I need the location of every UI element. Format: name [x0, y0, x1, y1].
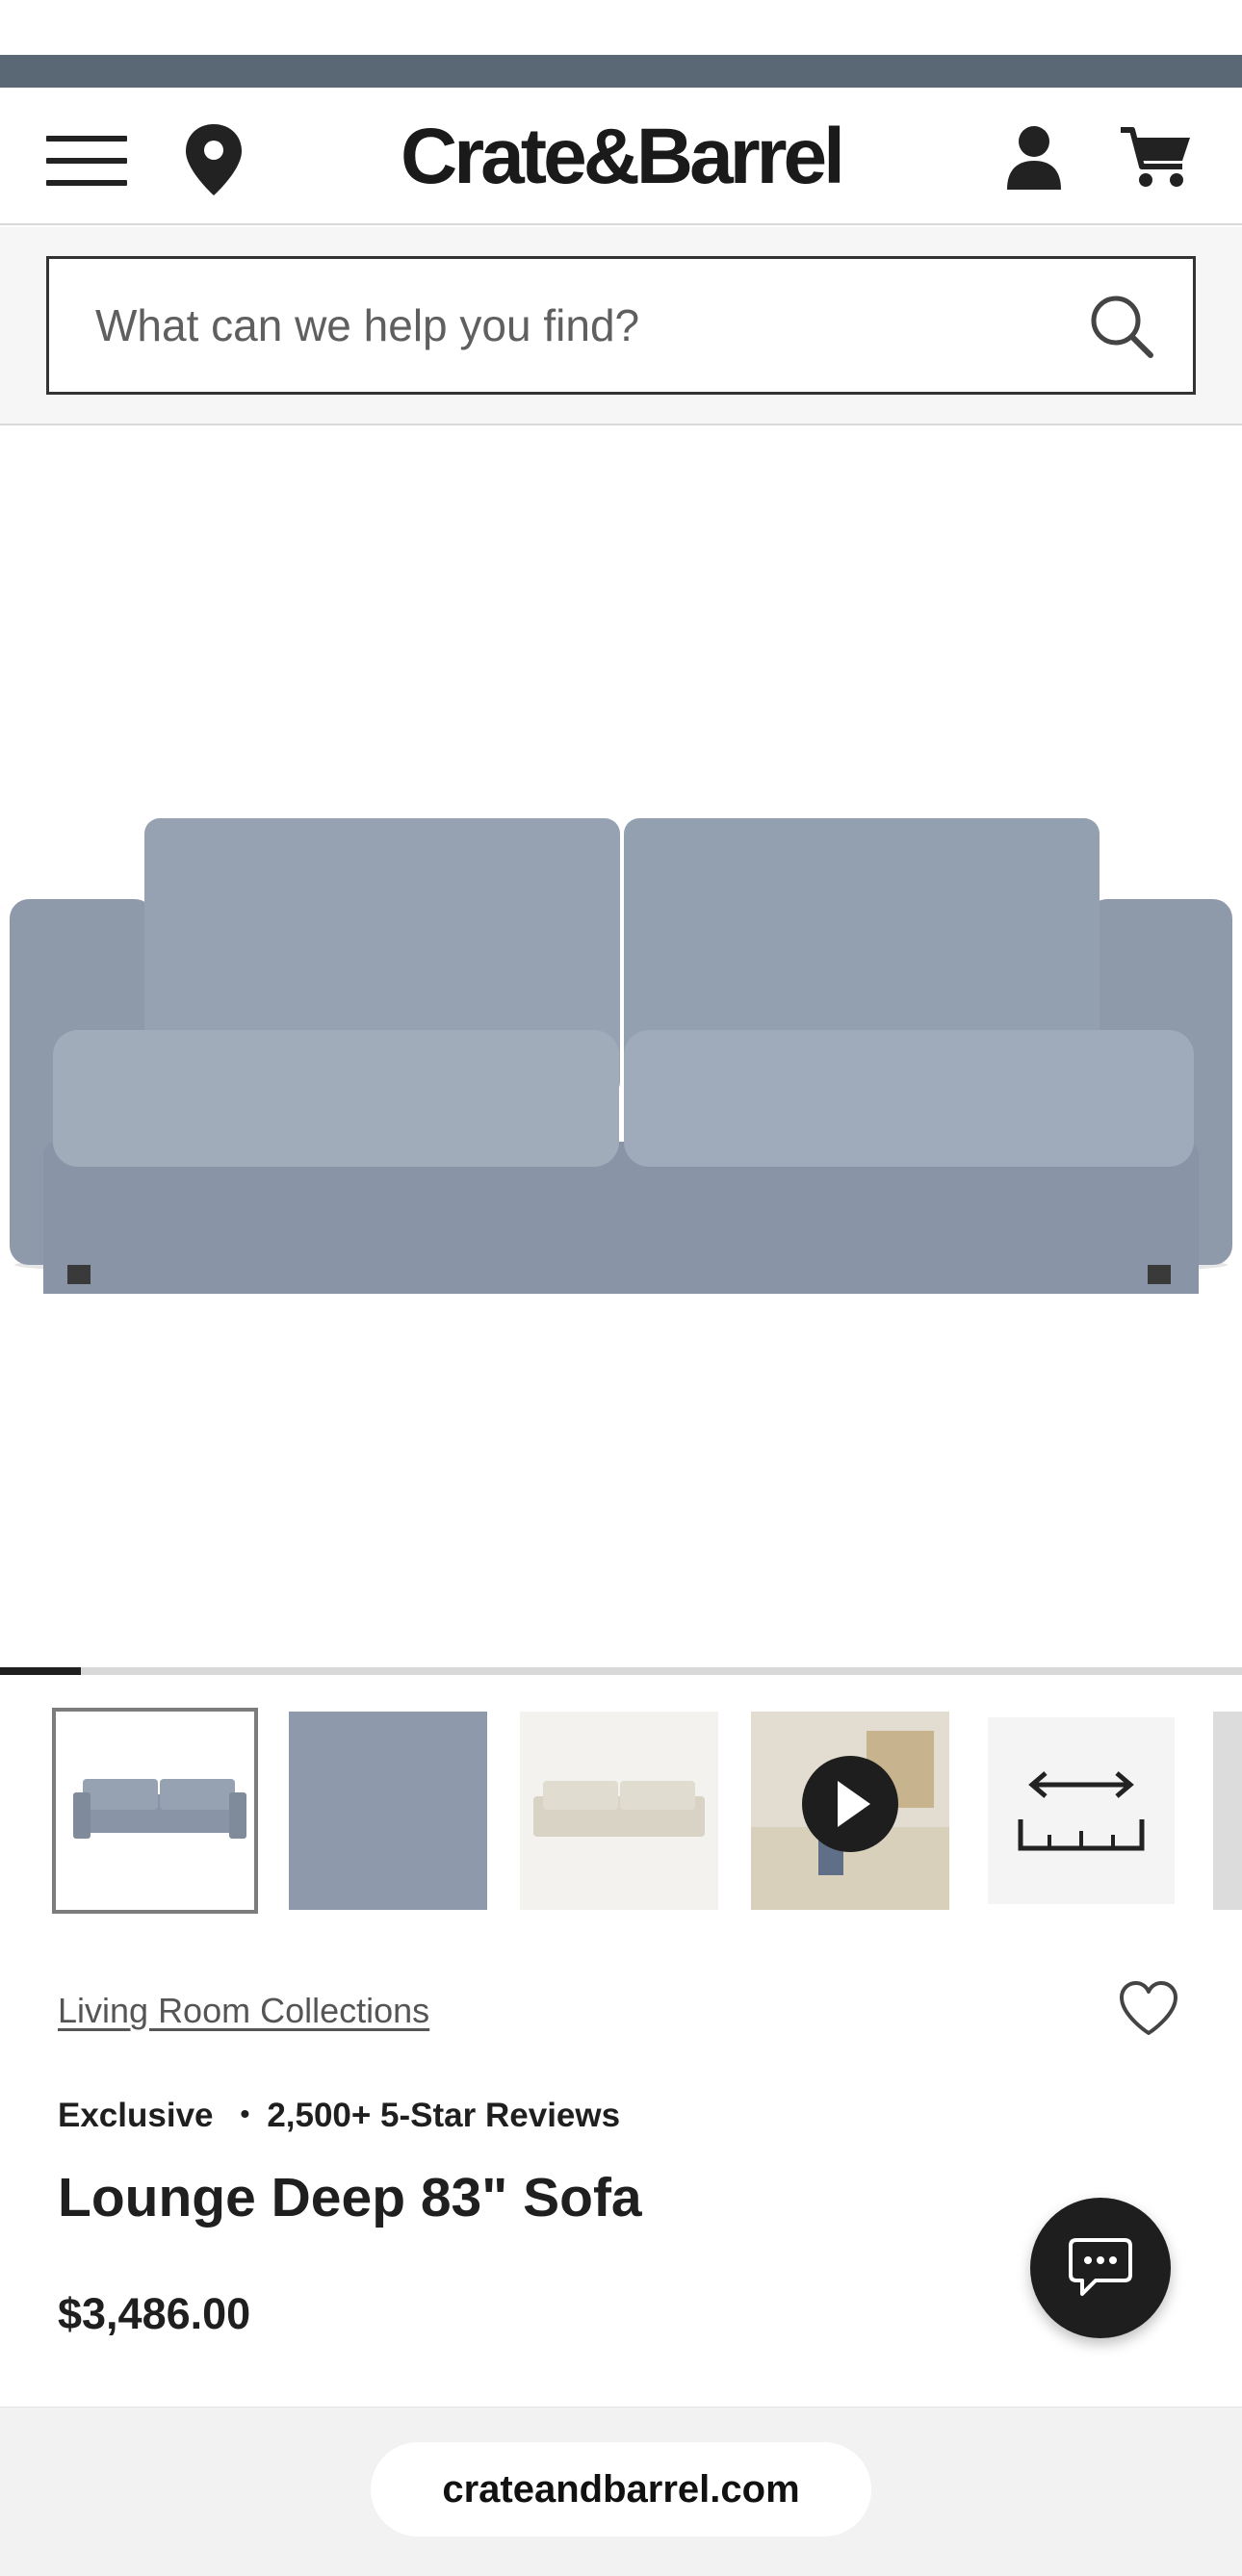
search-input[interactable]	[95, 259, 1058, 392]
search-bar	[0, 227, 1242, 425]
account-icon[interactable]	[1003, 124, 1065, 192]
thumb-video[interactable]	[751, 1712, 949, 1910]
thumb-sofa-front[interactable]	[52, 1708, 258, 1914]
exclusive-badge: Exclusive	[58, 2097, 214, 2134]
gallery-progress-fill	[0, 1667, 81, 1675]
reviews-link[interactable]: 2,500+ 5-Star Reviews	[267, 2097, 620, 2134]
thumb-room[interactable]	[1213, 1712, 1242, 1910]
product-title: Lounge Deep 83" Sofa	[58, 2167, 642, 2228]
collections-link[interactable]: Living Room Collections	[58, 1991, 429, 2031]
status-area	[0, 0, 1242, 55]
product-hero-image[interactable]	[0, 427, 1242, 1667]
gallery-progress	[0, 1667, 1242, 1675]
browser-bottom-bar: crateandbarrel.com	[0, 2407, 1242, 2576]
search-icon[interactable]	[1089, 294, 1154, 359]
thumbnail-strip	[0, 1704, 1242, 1916]
sofa-image	[10, 818, 1232, 1294]
brand-logo[interactable]: Crate&Barrel	[366, 111, 876, 203]
promo-bar	[0, 55, 1242, 88]
url-bar[interactable]: crateandbarrel.com	[371, 2442, 871, 2537]
product-badges: Exclusive • 2,500+ 5-Star Reviews	[58, 2097, 620, 2139]
thumb-sofa-cream[interactable]	[520, 1712, 718, 1910]
location-pin-icon[interactable]	[183, 122, 245, 197]
menu-icon[interactable]	[46, 134, 127, 188]
chat-button[interactable]	[1030, 2198, 1171, 2338]
cart-icon[interactable]	[1119, 124, 1194, 192]
separator-dot: •	[240, 2099, 250, 2128]
thumb-dimensions[interactable]	[988, 1717, 1175, 1904]
product-price: $3,486.00	[58, 2289, 251, 2338]
search-field[interactable]	[46, 256, 1196, 395]
site-header: Crate&Barrel	[0, 88, 1242, 225]
thumb-fabric-swatch[interactable]	[289, 1712, 487, 1910]
favorite-heart-icon[interactable]	[1117, 1979, 1180, 2039]
chat-icon	[1069, 2238, 1132, 2296]
